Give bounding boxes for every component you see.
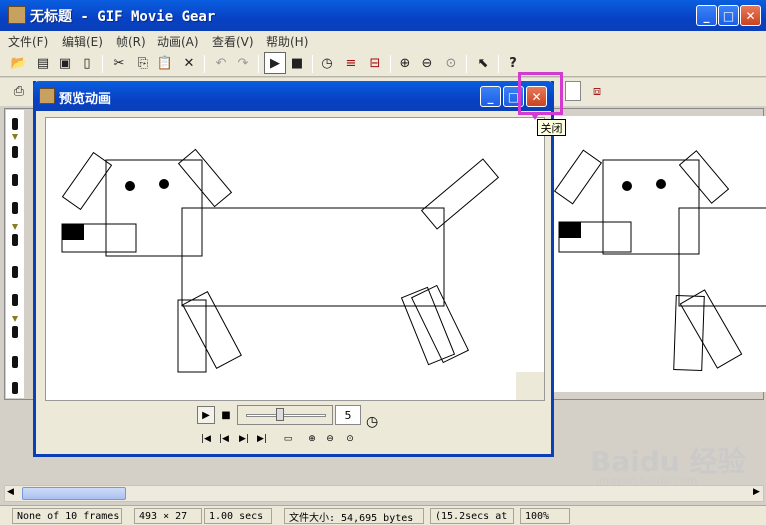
status-zoom: 100% [520, 508, 570, 524]
sprocket [12, 382, 18, 394]
zoom-in-icon[interactable]: ⊕ [396, 54, 414, 72]
frames-icon[interactable]: ≡ [342, 54, 360, 72]
menu-file[interactable]: 文件(F) [8, 33, 48, 50]
preview-zoom-in-icon[interactable]: ⊕ [304, 432, 320, 446]
status-duration: (15.2secs at : [430, 508, 514, 524]
app-icon [8, 6, 26, 24]
sprocket [12, 234, 18, 246]
next-frame-icon[interactable]: ▶| [236, 432, 252, 446]
preview-stop-button[interactable]: ■ [217, 406, 235, 424]
stop-icon[interactable]: ■ [288, 54, 306, 72]
canvas-corner [516, 372, 544, 400]
separator [466, 55, 467, 73]
properties-icon[interactable]: ⎙ [10, 82, 28, 100]
status-file-size: 文件大小: 54,695 bytes [284, 508, 424, 524]
menu-animation[interactable]: 动画(A) [157, 33, 199, 50]
separator [204, 55, 205, 73]
copy-icon[interactable]: ⎘ [134, 54, 152, 72]
separator [312, 55, 313, 73]
status-frames: None of 10 frames [12, 508, 122, 524]
toolbar: 📂 ▤ ▣ ▯ ✂ ⎘ 📋 ✕ ↶ ↷ ▶ ■ ◷ ≡ ⊟ ⊕ ⊖ ⊙ ⬉ ? [0, 50, 766, 77]
preview-canvas [45, 117, 545, 401]
film-strip [6, 110, 24, 398]
sprocket [12, 294, 18, 306]
timer-icon[interactable]: ◷ [318, 54, 336, 72]
scroll-left-icon[interactable]: ◀ [7, 487, 14, 497]
close-highlight-box [518, 72, 563, 115]
input-box[interactable] [565, 81, 581, 101]
play-icon[interactable]: ▶ [264, 52, 286, 74]
zoom-out-icon[interactable]: ⊖ [418, 54, 436, 72]
sprocket [12, 118, 18, 130]
last-frame-icon[interactable]: ▶| [254, 432, 270, 446]
menu-frame[interactable]: 帧(R) [116, 33, 146, 50]
sprocket [12, 326, 18, 338]
scrollbar-thumb[interactable] [22, 487, 126, 500]
open-icon[interactable]: 📂 [10, 54, 28, 72]
redo-icon[interactable]: ↷ [234, 54, 252, 72]
info-icon[interactable]: ⬉ [474, 54, 492, 72]
sprocket [12, 174, 18, 186]
preview-title-bar[interactable]: 预览动画 _ □ ✕ [33, 81, 554, 111]
separator [498, 55, 499, 73]
status-bar: None of 10 frames 493 × 27 1.00 secs 文件大… [0, 505, 766, 525]
main-title-bar[interactable]: 无标题 - GIF Movie Gear _ □ ✕ [0, 0, 766, 31]
film-icon[interactable]: ▤ [34, 54, 52, 72]
export-icon[interactable]: ⧈ [588, 82, 606, 100]
frame-number: 5 [335, 405, 361, 425]
save-icon[interactable]: ▣ [56, 54, 74, 72]
menu-bar: 文件(F) 编辑(E) 帧(R) 动画(A) 查看(V) 帮助(H) [0, 31, 766, 50]
maximize-button[interactable]: □ [718, 5, 739, 26]
watermark-url: jingyan.baidu.com [596, 474, 698, 487]
sprocket [12, 202, 18, 214]
frame-marker [12, 316, 18, 322]
sprocket [12, 146, 18, 158]
close-tooltip: 关闭 [537, 119, 566, 136]
frames-split-icon[interactable]: ⊟ [366, 54, 384, 72]
status-delay: 1.00 secs [204, 508, 272, 524]
close-button[interactable]: ✕ [740, 5, 761, 26]
sprocket [12, 266, 18, 278]
preview-zoom-fit-icon[interactable]: ⊙ [342, 432, 358, 446]
background-frame-preview [552, 116, 766, 392]
status-size: 493 × 27 [134, 508, 202, 524]
separator [390, 55, 391, 73]
minimize-button[interactable]: _ [696, 5, 717, 26]
new-icon[interactable]: ▯ [78, 54, 96, 72]
preview-title: 预览动画 [59, 92, 112, 107]
preview-minimize-button[interactable]: _ [480, 86, 501, 107]
preview-play-button[interactable]: ▶ [197, 406, 215, 424]
cut-icon[interactable]: ✂ [110, 54, 128, 72]
paste-icon[interactable]: 📋 [156, 54, 174, 72]
sprocket [12, 356, 18, 368]
separator [258, 55, 259, 73]
frame-marker [12, 224, 18, 230]
preview-zoom-out-icon[interactable]: ⊖ [322, 432, 338, 446]
undo-icon[interactable]: ↶ [212, 54, 230, 72]
help-icon[interactable]: ? [504, 54, 522, 72]
monitor-icon[interactable]: ▭ [280, 432, 296, 446]
frame-marker [12, 134, 18, 140]
scroll-right-icon[interactable]: ▶ [753, 487, 760, 497]
window-title: 无标题 - GIF Movie Gear [30, 9, 216, 25]
zoom-fit-icon[interactable]: ⊙ [442, 54, 460, 72]
prev-frame-icon[interactable]: |◀ [216, 432, 232, 446]
preview-app-icon [39, 88, 55, 104]
first-frame-icon[interactable]: |◀ [198, 432, 214, 446]
slider-line [246, 414, 326, 417]
menu-help[interactable]: 帮助(H) [266, 33, 308, 50]
timer-icon[interactable]: ◷ [366, 414, 378, 430]
dog-drawing-bg [553, 149, 766, 371]
slider-thumb[interactable] [276, 408, 284, 421]
menu-edit[interactable]: 编辑(E) [62, 33, 103, 50]
dog-drawing [61, 148, 500, 373]
menu-view[interactable]: 查看(V) [212, 33, 254, 50]
separator [102, 55, 103, 73]
delete-icon[interactable]: ✕ [180, 54, 198, 72]
